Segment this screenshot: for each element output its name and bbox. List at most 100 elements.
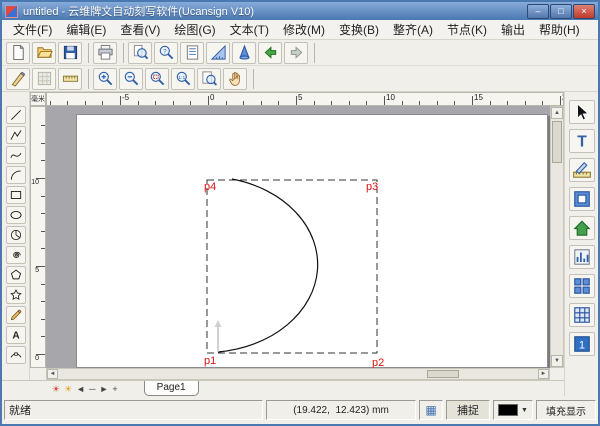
page-tab[interactable]: Page1 [144,381,199,396]
line-button[interactable] [6,106,26,124]
spiral-button[interactable] [6,246,26,264]
menu-item-6[interactable]: 变换(B) [332,19,386,40]
ruler-tick [50,101,51,105]
menu-item-10[interactable]: 帮助(H) [532,19,587,40]
ruler-label: -5 [122,93,129,102]
vertical-ruler: 1050 [30,106,46,368]
menu-item-2[interactable]: 查看(V) [113,19,167,40]
horizontal-scroll-thumb[interactable] [427,370,459,378]
page-line-icon[interactable]: ─ [89,384,95,394]
window-title: untitled - 云维牌文自动刻写软件(Ucansign V10) [23,3,527,19]
ruler-button[interactable] [58,68,82,90]
toolbar-main: ? [2,40,598,66]
zoom-actual-button[interactable]: 1:1 [171,68,195,90]
scroll-right-icon[interactable]: ► [538,369,549,379]
menu-item-3[interactable]: 绘图(G) [167,19,222,40]
page1-button[interactable]: 1 [569,332,595,356]
ruler-tick [490,101,491,105]
ellipse-button[interactable] [6,206,26,224]
menu-item-0[interactable]: 文件(F) [6,19,59,40]
toolbar-separator [123,43,124,63]
ruler-tick [41,231,45,232]
pie-button[interactable] [6,226,26,244]
star-button[interactable] [6,286,26,304]
maximize-button[interactable]: □ [550,4,572,19]
grid9-button[interactable] [569,303,595,327]
prev-page-icon[interactable]: ◄ [76,384,85,394]
grid-button[interactable] [32,68,56,90]
svg-text:p3: p3 [366,181,378,193]
new-button[interactable] [6,42,30,64]
menu-item-9[interactable]: 输出 [494,19,532,40]
zoom-out-button[interactable] [119,68,143,90]
svg-text:1: 1 [578,339,584,351]
menu-item-5[interactable]: 修改(M) [276,19,332,40]
preview-button[interactable] [128,42,152,64]
ruler-tick [261,101,262,105]
minimize-button[interactable]: – [527,4,549,19]
color-select[interactable]: ▼ [493,400,533,420]
menu-item-4[interactable]: 文本(T) [223,19,276,40]
menu-item-1[interactable]: 编辑(E) [59,19,113,40]
knife-button[interactable] [6,68,30,90]
scroll-down-icon[interactable]: ▼ [551,355,563,367]
ruler-label: 15 [474,93,483,102]
properties-button[interactable] [180,42,204,64]
find-button[interactable]: ? [154,42,178,64]
cone-button[interactable] [232,42,256,64]
zoom-rect-button[interactable] [145,68,169,90]
ruler-tick [41,196,45,197]
scroll-left-icon[interactable]: ◄ [47,369,58,379]
canvas-area[interactable]: p4p3p1p2 [46,106,550,368]
title-bar[interactable]: untitled - 云维牌文自动刻写软件(Ucansign V10) – □ … [2,2,598,20]
svg-text:p4: p4 [204,181,216,193]
arc-button[interactable] [6,166,26,184]
pan-button[interactable] [223,68,247,90]
menu-item-8[interactable]: 节点(K) [440,19,494,40]
menu-item-7[interactable]: 整齐(A) [386,19,440,40]
swatch-button[interactable] [569,187,595,211]
ruler-tick [226,101,227,105]
sun-yellow-icon[interactable]: ☀ [64,384,72,394]
edit-button[interactable] [569,158,595,182]
add-page-icon[interactable]: + [112,384,117,394]
polyline-button[interactable] [6,126,26,144]
ruler-tick [85,101,86,105]
horizontal-scrollbar[interactable]: ◄ ► [46,368,550,380]
ruler-label: 5 [298,93,302,102]
pencil-button[interactable] [6,306,26,324]
text-button[interactable]: A [6,326,26,344]
polygon-button[interactable] [6,266,26,284]
back-button[interactable] [258,42,282,64]
grid-icon: ▦ [425,403,436,417]
curve-button[interactable] [6,146,26,164]
ruler-label: 10 [386,93,395,102]
select-button[interactable] [569,100,595,124]
node-button[interactable] [6,346,26,364]
sun-red-icon[interactable]: ☀ [52,384,60,394]
scroll-up-icon[interactable]: ▲ [551,107,563,119]
window-controls: – □ × [527,4,595,19]
grid-toggle[interactable]: ▦ [419,400,443,420]
fill-display-button[interactable]: 填充显示 [536,400,596,420]
forward-button[interactable] [284,42,308,64]
close-button[interactable]: × [573,4,595,19]
home-button[interactable] [569,216,595,240]
vertical-scroll-thumb[interactable] [552,121,562,163]
ruler-tick [41,213,45,214]
snap-toggle[interactable]: 捕捉 [446,400,490,420]
vertical-scrollbar[interactable]: ▲ ▼ [550,106,564,368]
measure-button[interactable] [206,42,230,64]
grid4-button[interactable] [569,274,595,298]
rectangle-button[interactable] [6,186,26,204]
text-tool-button[interactable]: T [569,129,595,153]
print-button[interactable] [93,42,117,64]
chart-button[interactable] [569,245,595,269]
next-page-icon[interactable]: ► [99,384,108,394]
zoom-in-button[interactable] [93,68,117,90]
ruler-tick [314,101,315,105]
ruler-tick [454,101,455,105]
open-button[interactable] [32,42,56,64]
save-button[interactable] [58,42,82,64]
zoom-page-button[interactable] [197,68,221,90]
